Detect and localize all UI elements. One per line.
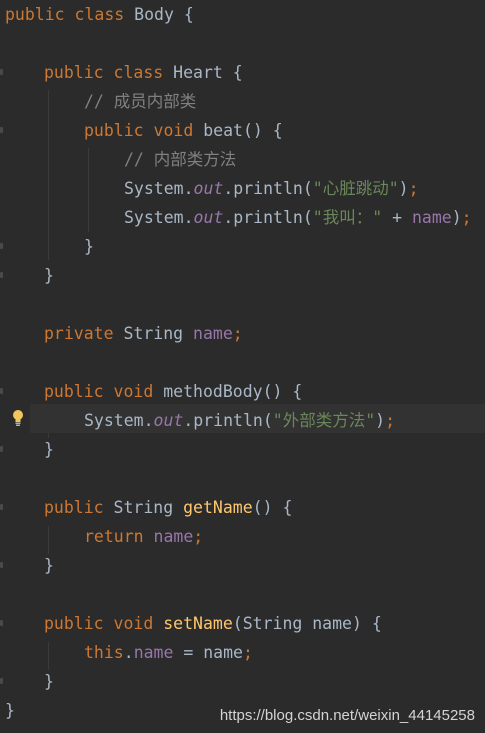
paren: ): [375, 411, 386, 430]
keyword: public: [84, 121, 144, 140]
fold-marker[interactable]: [0, 388, 3, 394]
method-call: .println(: [223, 179, 313, 198]
system-ref: System.: [124, 179, 194, 198]
fold-marker[interactable]: [0, 678, 3, 684]
brace: {: [282, 498, 293, 517]
code-line: public void setName(String name) {: [44, 609, 382, 638]
paren: ): [398, 179, 409, 198]
field-ref: name: [133, 643, 174, 662]
paren: ): [451, 208, 462, 227]
code-editor[interactable]: public class Body { public class Heart {…: [0, 0, 485, 733]
type-name: String: [123, 324, 184, 343]
assignment: = name: [173, 643, 243, 662]
keyword: public: [44, 382, 104, 401]
method-call: .println(: [223, 208, 313, 227]
code-line: return name;: [84, 522, 203, 551]
brace: {: [183, 5, 194, 24]
indent-guide: [48, 90, 49, 260]
method-name: methodBody: [163, 382, 263, 401]
indent-guide: [48, 526, 49, 554]
lightbulb-icon[interactable]: [11, 409, 25, 427]
semicolon: ;: [461, 208, 472, 227]
string-literal: "外部类方法": [272, 411, 376, 430]
closing-brace: }: [44, 266, 54, 285]
code-line: this.name = name;: [84, 638, 253, 667]
keyword: this: [84, 643, 124, 662]
fold-marker[interactable]: [0, 272, 3, 278]
keyword: void: [113, 614, 154, 633]
method-call: .println(: [183, 411, 273, 430]
keyword: return: [84, 527, 144, 546]
string-literal: "我叫：": [312, 208, 383, 227]
type-name: String: [113, 498, 174, 517]
semicolon: ;: [193, 527, 204, 546]
code-line: public class Body {: [5, 0, 194, 29]
brace: {: [272, 121, 283, 140]
closing-brace: }: [44, 556, 54, 575]
semicolon: ;: [232, 324, 243, 343]
closing-brace: }: [5, 701, 15, 720]
code-line: public class Heart {: [44, 58, 243, 87]
brace: {: [371, 614, 382, 633]
watermark: https://blog.csdn.net/weixin_44145258: [219, 707, 475, 724]
dot: .: [123, 643, 134, 662]
static-field: out: [193, 179, 224, 198]
class-name: Body: [134, 5, 174, 24]
keyword: private: [44, 324, 114, 343]
code-line: System.out.println("心脏跳动");: [124, 174, 419, 203]
static-field: out: [153, 411, 184, 430]
fold-marker[interactable]: [0, 562, 3, 568]
system-ref: System.: [124, 208, 194, 227]
semicolon: ;: [408, 179, 419, 198]
class-name: Heart: [173, 63, 223, 82]
closing-brace: }: [44, 440, 54, 459]
fold-marker[interactable]: [0, 243, 3, 249]
comment-line: // 内部类方法: [124, 150, 237, 169]
method-name: setName: [163, 614, 233, 633]
indent-guide: [48, 642, 49, 670]
keyword: class: [113, 63, 164, 82]
fold-marker[interactable]: [0, 620, 3, 626]
code-line: public String getName() {: [44, 493, 292, 522]
closing-brace: }: [84, 237, 94, 256]
brace: {: [292, 382, 303, 401]
fold-marker[interactable]: [0, 446, 3, 452]
fold-marker[interactable]: [0, 69, 3, 75]
parens: (): [262, 382, 283, 401]
method-name: beat: [203, 121, 243, 140]
method-name: getName: [183, 498, 253, 517]
keyword: public: [44, 614, 104, 633]
keyword: public: [44, 63, 104, 82]
keyword: void: [113, 382, 154, 401]
code-line: public void methodBody() {: [44, 377, 302, 406]
keyword: public: [5, 5, 65, 24]
params: (String name): [232, 614, 362, 633]
code-line: private String name;: [44, 319, 243, 348]
string-literal: "心脏跳动": [312, 179, 399, 198]
fold-marker[interactable]: [0, 127, 3, 133]
brace: {: [232, 63, 243, 82]
keyword: public: [44, 498, 104, 517]
parens: (): [242, 121, 263, 140]
keyword: void: [153, 121, 194, 140]
field-ref: name: [153, 527, 194, 546]
indent-guide: [88, 148, 89, 232]
field-ref: name: [411, 208, 452, 227]
field-name: name: [193, 324, 233, 343]
code-line: public void beat() {: [84, 116, 283, 145]
system-ref: System.: [84, 411, 154, 430]
fold-marker[interactable]: [0, 504, 3, 510]
static-field: out: [193, 208, 224, 227]
code-line: System.out.println("我叫：" + name);: [124, 203, 472, 232]
keyword: class: [74, 5, 125, 24]
semicolon: ;: [385, 411, 396, 430]
comment-line: // 成员内部类: [84, 92, 197, 111]
operator: +: [382, 208, 412, 227]
closing-brace: }: [44, 672, 54, 691]
parens: (): [252, 498, 273, 517]
semicolon: ;: [242, 643, 253, 662]
code-line: System.out.println("外部类方法");: [84, 406, 395, 435]
